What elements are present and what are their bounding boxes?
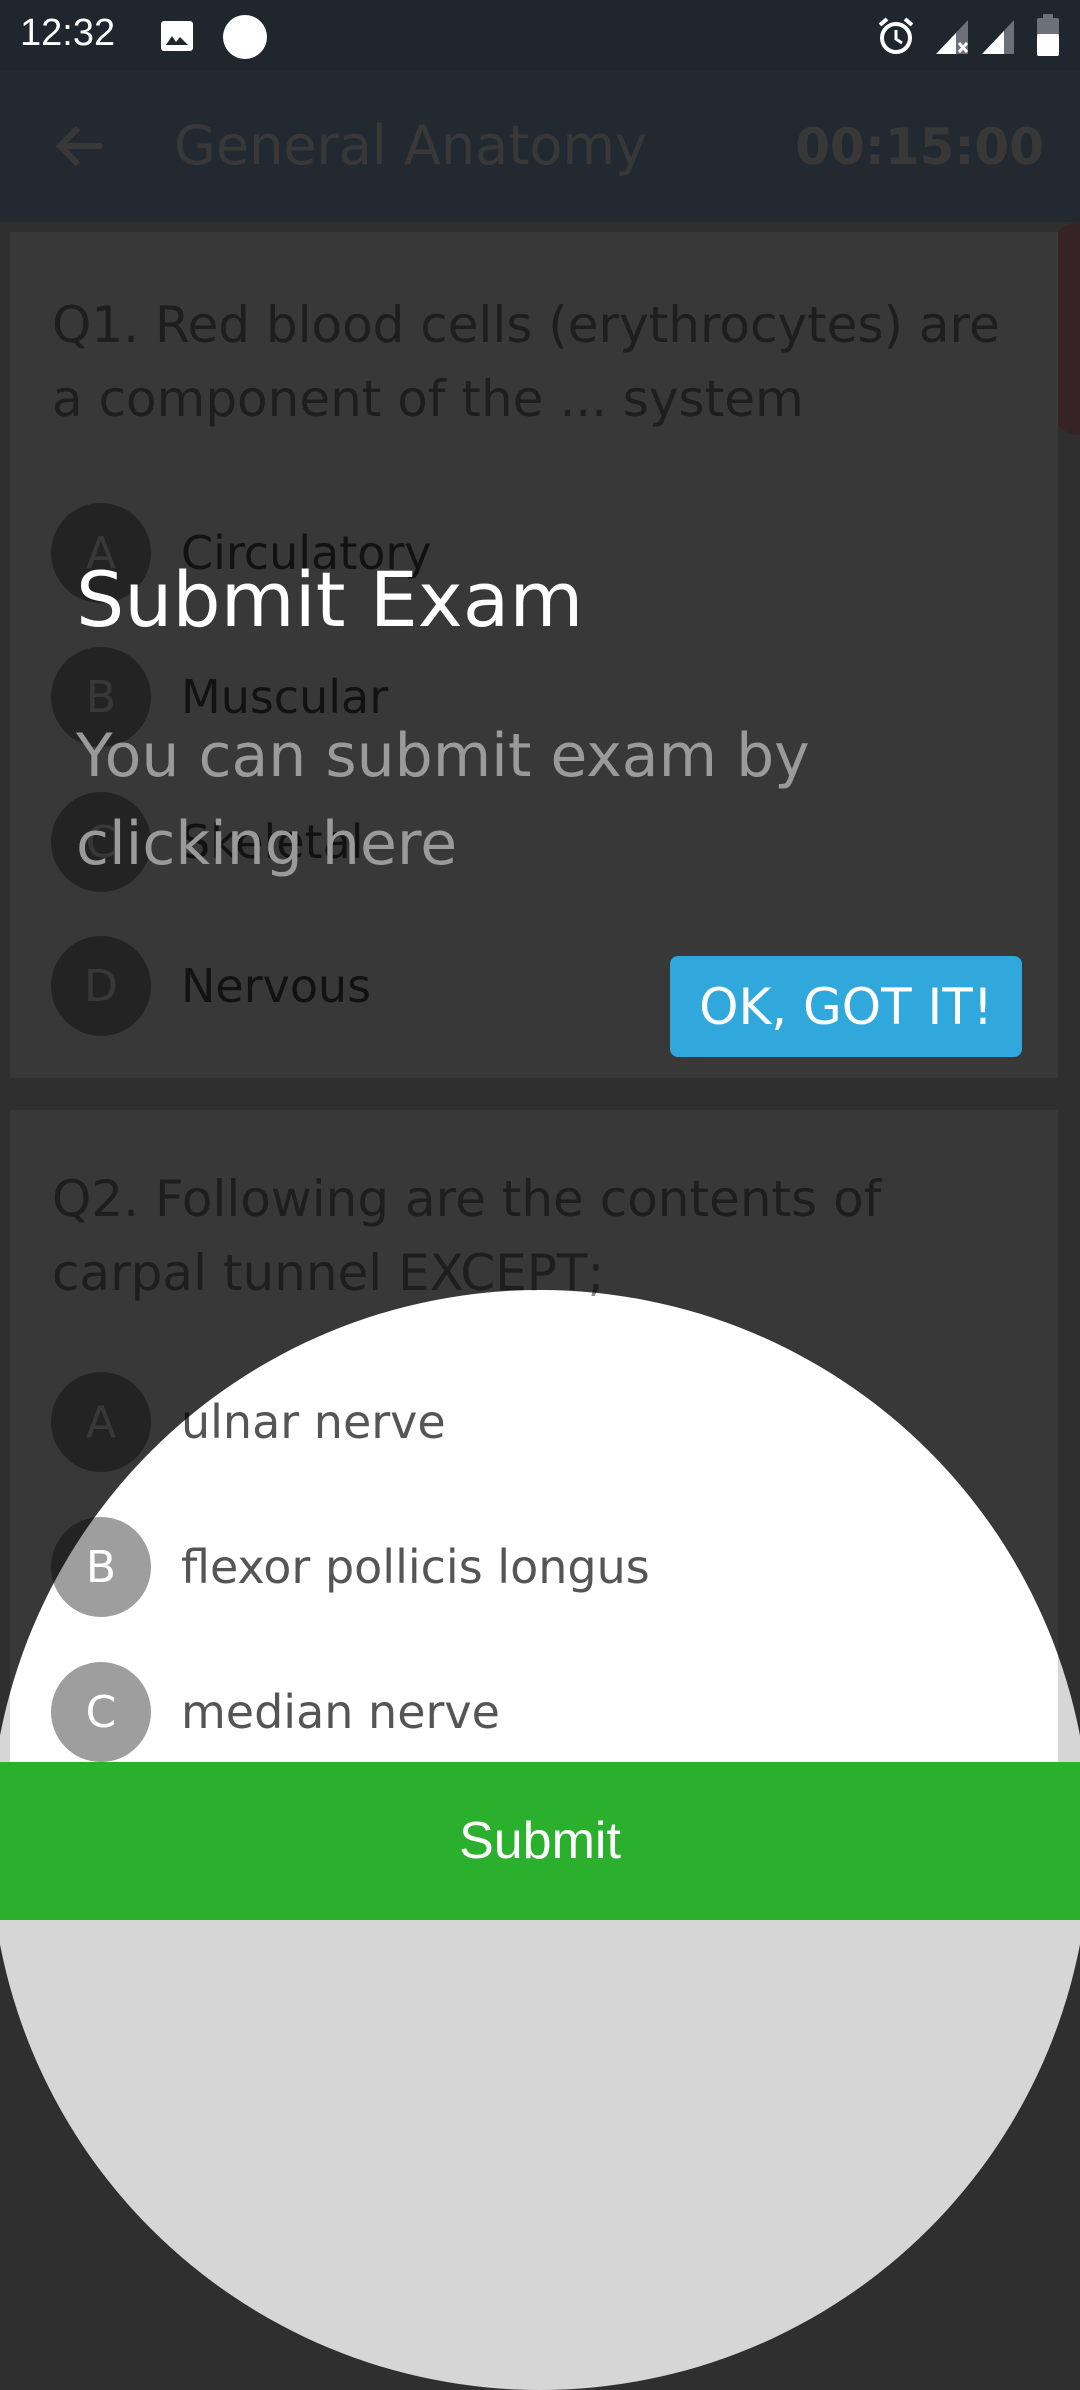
option-label: ulnar nerve — [181, 1395, 446, 1449]
tooltip-body: You can submit exam by clicking here — [76, 721, 810, 879]
question-card-1: Q1. Red blood cells (erythrocytes) are a… — [10, 232, 1058, 1078]
image-icon — [161, 21, 193, 51]
status-time: 12:32 — [20, 12, 116, 54]
option-a[interactable]: Aulnar nerve — [51, 1372, 446, 1472]
option-d[interactable]: D Nervous — [51, 936, 371, 1036]
battery-icon — [1037, 14, 1059, 56]
question-text: Q1. Red blood cells (erythrocytes) are a… — [52, 296, 1000, 428]
option-letter: A — [51, 1372, 151, 1472]
tooltip-title: Submit Exam — [76, 555, 584, 644]
question-text: Q2. Following are the contents of carpal… — [52, 1170, 882, 1302]
status-bar: 12:32 — [0, 0, 1080, 70]
option-c[interactable]: Cmedian nerve — [51, 1662, 500, 1762]
signal-icon — [982, 20, 1014, 54]
alarm-icon — [878, 17, 914, 54]
option-label: median nerve — [181, 1685, 500, 1739]
arrow-left-icon[interactable] — [52, 118, 108, 174]
option-b[interactable]: Bflexor pollicis longus — [51, 1517, 650, 1617]
option-label: Nervous — [181, 959, 372, 1013]
page-title: General Anatomy — [174, 114, 648, 177]
circle-icon — [223, 15, 267, 59]
exam-timer: 00:15:00 — [795, 118, 1044, 176]
submit-button[interactable]: Submit — [0, 1762, 1080, 1920]
ok-got-it-button[interactable]: OK, GOT IT! — [670, 956, 1022, 1057]
question-card-2: Q2. Following are the contents of carpal… — [10, 1110, 1058, 1810]
option-label: flexor pollicis longus — [181, 1540, 650, 1594]
signal-no-sim-icon — [936, 20, 969, 54]
option-letter: D — [51, 936, 151, 1036]
option-letter: B — [51, 1517, 151, 1617]
option-letter: C — [51, 1662, 151, 1762]
app-bar: General Anatomy 00:15:00 — [0, 70, 1080, 222]
